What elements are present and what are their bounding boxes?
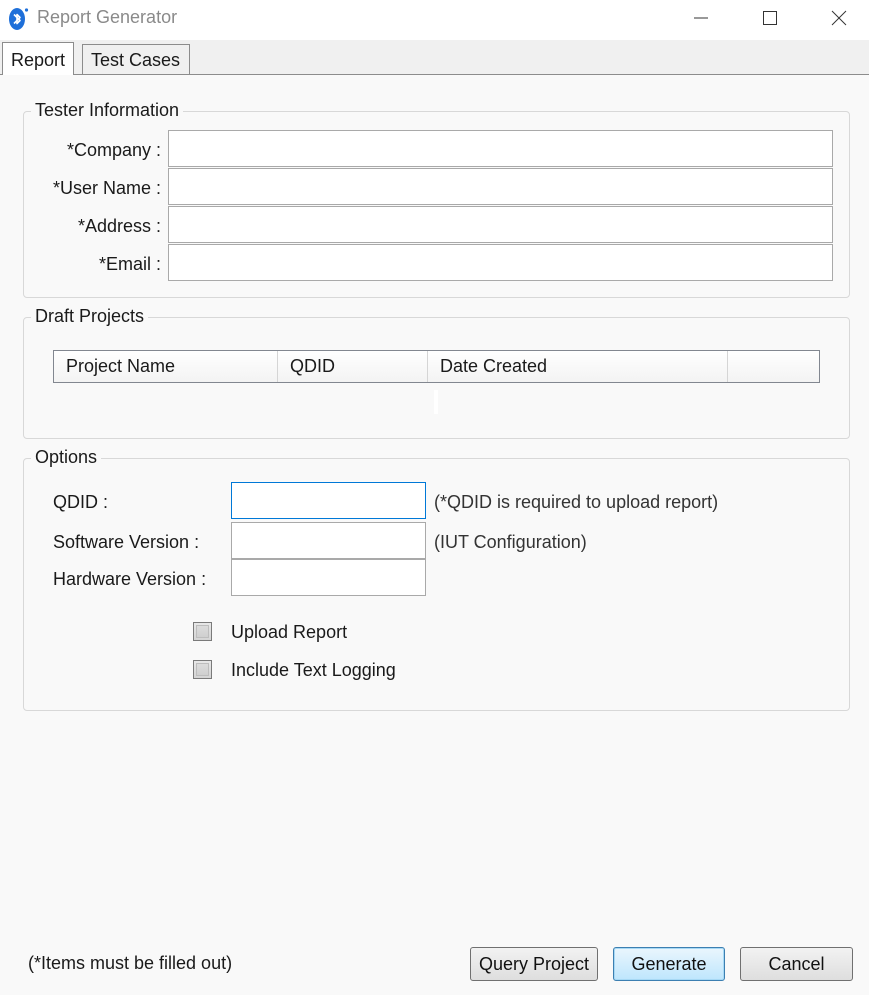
user-name-label: *User Name : — [52, 178, 161, 198]
email-label: *Email : — [98, 254, 161, 274]
hardware-version-label: Hardware Version : — [53, 569, 207, 589]
column-header-project-name[interactable]: Project Name — [54, 351, 278, 382]
user-name-input[interactable] — [168, 168, 833, 205]
include-text-logging-label[interactable]: Include Text Logging — [231, 660, 396, 680]
query-project-button[interactable]: Query Project — [470, 947, 598, 981]
column-header-date-created[interactable]: Date Created — [428, 351, 728, 382]
column-header-filler — [728, 351, 819, 382]
cancel-button[interactable]: Cancel — [740, 947, 853, 981]
bluetooth-icon — [9, 7, 29, 30]
tester-information-legend: Tester Information — [31, 100, 184, 120]
hardware-version-input[interactable] — [231, 559, 426, 596]
window-title: Report Generator — [37, 7, 178, 27]
required-note: (*Items must be filled out) — [28, 953, 233, 973]
close-icon — [831, 10, 847, 26]
maximize-button[interactable] — [747, 0, 793, 36]
email-input[interactable] — [168, 244, 833, 281]
draft-projects-legend: Draft Projects — [31, 306, 149, 326]
qdid-input[interactable] — [231, 482, 426, 519]
upload-report-checkbox[interactable] — [193, 622, 212, 641]
include-text-logging-checkbox[interactable] — [193, 660, 212, 679]
upload-report-label[interactable]: Upload Report — [231, 622, 347, 642]
tab-report[interactable]: Report — [2, 42, 75, 75]
options-legend: Options — [31, 447, 102, 467]
qdid-hint: (*QDID is required to upload report) — [434, 492, 719, 512]
column-header-qdid[interactable]: QDID — [278, 351, 428, 382]
software-version-input[interactable] — [231, 522, 426, 559]
generate-button[interactable]: Generate — [613, 947, 725, 981]
company-input[interactable] — [168, 130, 833, 167]
tab-test-cases[interactable]: Test Cases — [82, 44, 190, 74]
software-version-label: Software Version : — [53, 532, 200, 552]
draft-projects-table[interactable]: Project Name QDID Date Created — [53, 350, 820, 383]
software-version-hint: (IUT Configuration) — [434, 532, 587, 552]
minimize-button[interactable] — [678, 0, 724, 36]
company-label: *Company : — [66, 140, 161, 160]
qdid-label: QDID : — [53, 492, 109, 512]
close-button[interactable] — [816, 0, 862, 36]
table-resize-marker — [434, 390, 438, 414]
address-label: *Address : — [77, 216, 161, 236]
address-input[interactable] — [168, 206, 833, 243]
